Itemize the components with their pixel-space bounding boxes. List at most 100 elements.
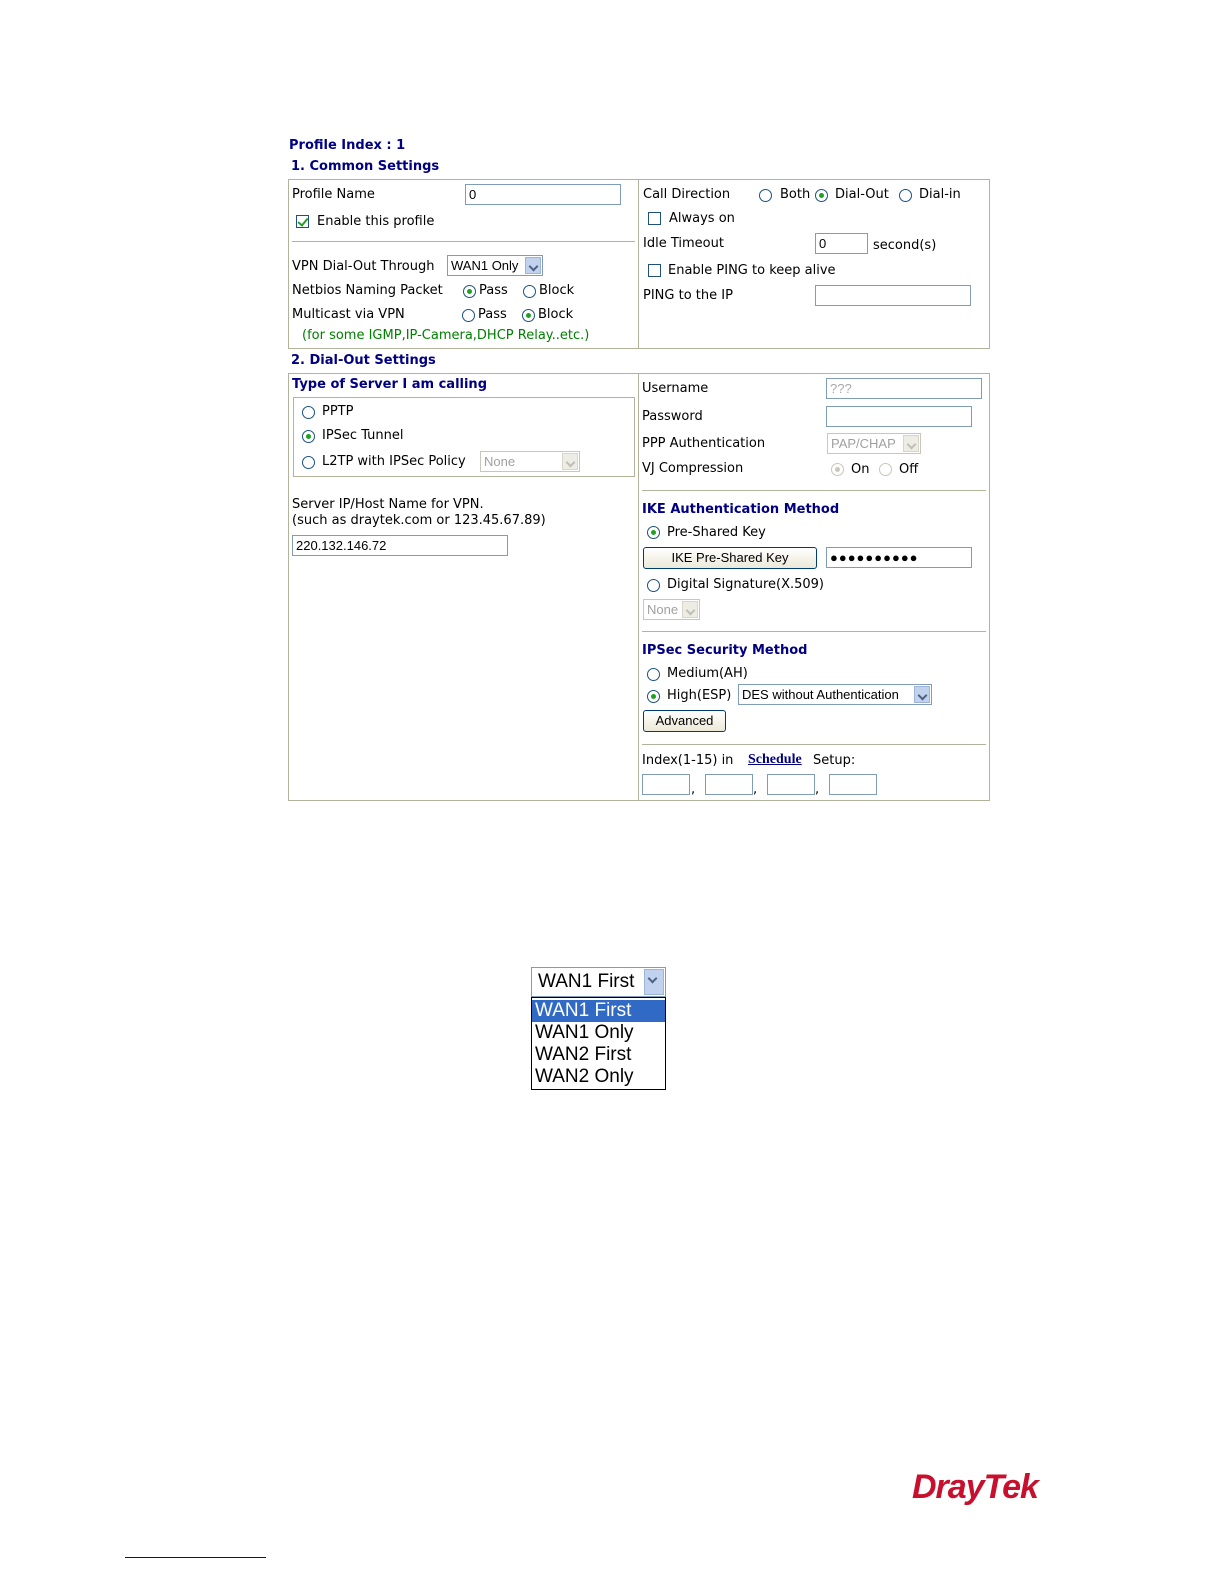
chevron-down-icon (682, 601, 698, 618)
common-settings-title: 1. Common Settings (291, 159, 440, 174)
netbios-label: Netbios Naming Packet (292, 283, 443, 298)
ppp-auth-value: PAP/CHAP (831, 436, 896, 451)
wan-option[interactable]: WAN1 Only (532, 1022, 665, 1044)
wan-select-value: WAN1 First (538, 971, 635, 992)
vj-off-radio[interactable] (879, 463, 892, 476)
wan-option[interactable]: WAN2 First (532, 1044, 665, 1066)
idle-timeout-input[interactable]: 0 (815, 233, 868, 254)
server-host-label: Server IP/Host Name for VPN. (292, 497, 484, 512)
idle-timeout-unit: second(s) (873, 238, 937, 253)
footer-link-underline (125, 1557, 266, 1558)
enable-profile-checkbox[interactable] (296, 215, 309, 228)
comma: , (691, 782, 696, 797)
comma: , (815, 782, 820, 797)
preshared-radio[interactable] (647, 526, 660, 539)
username-label: Username (642, 381, 709, 396)
vpn-dialout-select[interactable]: WAN1 Only (447, 255, 543, 276)
ike-preshared-key-button[interactable]: IKE Pre-Shared Key (643, 547, 817, 569)
chevron-down-icon (525, 257, 541, 274)
dialout-settings-title: 2. Dial-Out Settings (291, 353, 436, 368)
multicast-note: (for some IGMP,IP-Camera,DHCP Relay..etc… (302, 328, 590, 343)
enable-profile-label: Enable this profile (317, 214, 435, 229)
ppp-auth-select[interactable]: PAP/CHAP (827, 433, 921, 454)
wan-select[interactable]: WAN1 First (531, 967, 666, 997)
vj-on-radio[interactable] (831, 463, 844, 476)
netbios-pass-label: Pass (479, 283, 508, 298)
vj-compression-label: VJ Compression (642, 461, 744, 476)
comma: , (753, 782, 758, 797)
call-direction-label: Call Direction (643, 187, 731, 202)
username-input[interactable]: ??? (826, 378, 982, 399)
l2tp-policy-value: None (484, 454, 516, 469)
vpn-dialout-value: WAN1 Only (451, 258, 519, 273)
digital-signature-select[interactable]: None (643, 599, 700, 620)
schedule-suffix: Setup: (813, 753, 856, 768)
multicast-block-label: Block (538, 307, 574, 322)
wan-options-list: WAN1 First WAN1 Only WAN2 First WAN2 Onl… (531, 997, 666, 1090)
advanced-button[interactable]: Advanced (643, 710, 726, 732)
pptp-label: PPTP (322, 404, 354, 419)
preshared-label: Pre-Shared Key (667, 525, 766, 540)
digital-signature-radio[interactable] (647, 579, 660, 592)
ipsec-tunnel-radio[interactable] (302, 430, 315, 443)
digital-signature-value: None (647, 602, 679, 617)
schedule-index-3-input[interactable] (767, 774, 815, 795)
ipsec-tunnel-label: IPSec Tunnel (322, 428, 404, 443)
ping-ip-label: PING to the IP (643, 288, 733, 303)
chevron-down-icon (562, 453, 578, 470)
ping-keepalive-label: Enable PING to keep alive (668, 263, 836, 278)
ipsec-method-title: IPSec Security Method (642, 643, 808, 658)
multicast-pass-label: Pass (478, 307, 507, 322)
netbios-pass-radio[interactable] (463, 285, 476, 298)
server-host-hint: (such as draytek.com or 123.45.67.89) (292, 513, 546, 528)
vj-off-label: Off (899, 462, 919, 477)
schedule-link[interactable]: Schedule (748, 752, 802, 768)
ike-key-input[interactable]: ●●●●●●●●●● (826, 547, 972, 568)
l2tp-radio[interactable] (302, 456, 315, 469)
l2tp-label: L2TP with IPSec Policy (322, 454, 466, 469)
multicast-pass-radio[interactable] (462, 309, 475, 322)
high-esp-radio[interactable] (647, 690, 660, 703)
direction-dialin-radio[interactable] (899, 189, 912, 202)
idle-timeout-label: Idle Timeout (643, 236, 724, 251)
profile-index: Profile Index : 1 (289, 138, 406, 153)
password-label: Password (642, 409, 703, 424)
netbios-block-label: Block (539, 283, 575, 298)
divider (642, 490, 986, 491)
profile-name-input[interactable]: 0 (465, 184, 621, 205)
direction-dialout-radio[interactable] (815, 189, 828, 202)
divider (642, 744, 986, 745)
netbios-block-radio[interactable] (523, 285, 536, 298)
draytek-logo: DrayTek (912, 1468, 1039, 1506)
password-input[interactable] (826, 406, 972, 427)
divider (642, 631, 986, 632)
always-on-checkbox[interactable] (648, 212, 661, 225)
ping-ip-input[interactable] (815, 285, 971, 306)
vj-on-label: On (851, 462, 870, 477)
high-esp-value: DES without Authentication (742, 687, 899, 702)
server-type-title: Type of Server I am calling (292, 377, 487, 392)
direction-dialout-label: Dial-Out (835, 187, 889, 202)
multicast-block-radio[interactable] (522, 309, 535, 322)
server-host-input[interactable]: 220.132.146.72 (292, 535, 508, 556)
vpn-dialout-label: VPN Dial-Out Through (292, 259, 435, 274)
chevron-down-icon (914, 686, 930, 703)
ping-keepalive-checkbox[interactable] (648, 264, 661, 277)
direction-both-label: Both (780, 187, 811, 202)
direction-dialin-label: Dial-in (919, 187, 961, 202)
schedule-index-2-input[interactable] (705, 774, 753, 795)
wan-option[interactable]: WAN1 First (532, 1000, 665, 1022)
medium-ah-radio[interactable] (647, 668, 660, 681)
ike-auth-title: IKE Authentication Method (642, 502, 840, 517)
schedule-index-4-input[interactable] (829, 774, 877, 795)
l2tp-policy-select[interactable]: None (480, 451, 580, 472)
profile-name-label: Profile Name (292, 187, 375, 202)
schedule-prefix: Index(1-15) in (642, 753, 734, 768)
schedule-index-1-input[interactable] (642, 774, 690, 795)
high-esp-select[interactable]: DES without Authentication (738, 684, 932, 705)
divider (292, 241, 635, 242)
pptp-radio[interactable] (302, 406, 315, 419)
direction-both-radio[interactable] (759, 189, 772, 202)
wan-option[interactable]: WAN2 Only (532, 1066, 665, 1088)
ppp-auth-label: PPP Authentication (642, 436, 766, 451)
